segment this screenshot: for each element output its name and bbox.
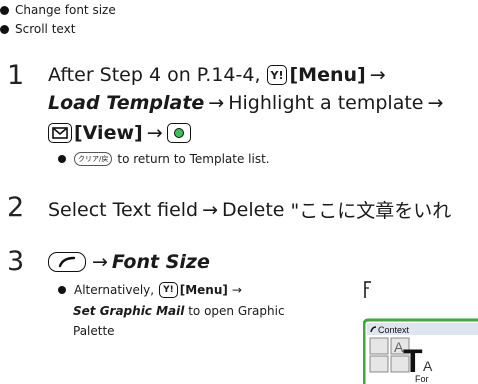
arrow-icon: → bbox=[369, 64, 386, 86]
step-3-alt-line-2: Set Graphic Mail to open Graphic bbox=[73, 304, 285, 318]
bullet-dot bbox=[58, 286, 66, 294]
bullet-change-font-size: Change font size bbox=[0, 3, 116, 17]
step-3-alt-line-3: Palette bbox=[73, 324, 115, 338]
alt-suffix: to open Graphic bbox=[188, 304, 285, 318]
mail-key-icon bbox=[48, 123, 72, 143]
step-1-prefix: After Step 4 on P.14-4, bbox=[48, 64, 261, 86]
yahoo-menu-key-icon: Y! bbox=[159, 282, 178, 298]
step-3-line: → Font Size bbox=[48, 251, 210, 273]
delete-text: Delete bbox=[222, 198, 285, 221]
clear-back-key-icon: クリア/戻 bbox=[74, 152, 113, 166]
arrow-icon: → bbox=[146, 122, 163, 144]
menu-label: [Menu] bbox=[289, 64, 366, 86]
arrow-icon: → bbox=[202, 198, 219, 221]
font-size-label: Font Size bbox=[111, 251, 210, 273]
step-1-number: 1 bbox=[7, 60, 25, 91]
graphic-palette-screenshot: Context A T A For bbox=[363, 318, 478, 384]
highlight-template-text: Highlight a template bbox=[228, 92, 424, 114]
step-2-number: 2 bbox=[7, 192, 25, 223]
arrow-icon: → bbox=[427, 92, 444, 114]
bullet-dot bbox=[0, 24, 9, 34]
bullet-scroll-text: Scroll text bbox=[0, 22, 75, 36]
view-label: [View] bbox=[74, 122, 143, 144]
load-template-label: Load Template bbox=[48, 92, 205, 114]
step-3-number: 3 bbox=[7, 246, 25, 277]
yahoo-menu-key-icon: Y! bbox=[266, 65, 288, 85]
note-text: to return to Template list. bbox=[117, 152, 270, 166]
for-label: For bbox=[415, 374, 429, 384]
bullet-dot bbox=[58, 155, 66, 163]
send-key-icon bbox=[48, 252, 86, 272]
corner-bracket-icon bbox=[364, 281, 371, 298]
step-3-alt-line-1: Alternatively, Y! [Menu] → bbox=[58, 282, 246, 298]
arrow-icon: → bbox=[231, 283, 242, 297]
menu-label: [Menu] bbox=[179, 283, 228, 297]
step-1-line-1: After Step 4 on P.14-4, Y! [Menu] → bbox=[48, 64, 390, 86]
step-2-line: Select Text field → Delete "ここに文章をいれ bbox=[48, 196, 451, 223]
center-key-icon bbox=[166, 123, 191, 143]
bullet-text: Change font size bbox=[15, 3, 116, 17]
arrow-icon: → bbox=[92, 251, 108, 273]
arrow-icon: → bbox=[208, 92, 225, 114]
bullet-text: Scroll text bbox=[15, 22, 76, 36]
alt-prefix: Alternatively, bbox=[74, 283, 155, 297]
japanese-quote-text: "ここに文章をいれ bbox=[290, 200, 452, 222]
select-text-field: Select Text field bbox=[48, 198, 199, 221]
set-graphic-mail-label: Set Graphic Mail bbox=[73, 304, 185, 318]
bullet-dot bbox=[0, 5, 9, 15]
step-1-line-3: [View] → bbox=[48, 122, 193, 144]
context-label: Context bbox=[378, 325, 410, 335]
step-1-note: クリア/戻 to return to Template list. bbox=[58, 152, 270, 166]
step-1-line-2: Load Template → Highlight a template → bbox=[48, 92, 447, 114]
svg-text:A: A bbox=[423, 358, 433, 374]
